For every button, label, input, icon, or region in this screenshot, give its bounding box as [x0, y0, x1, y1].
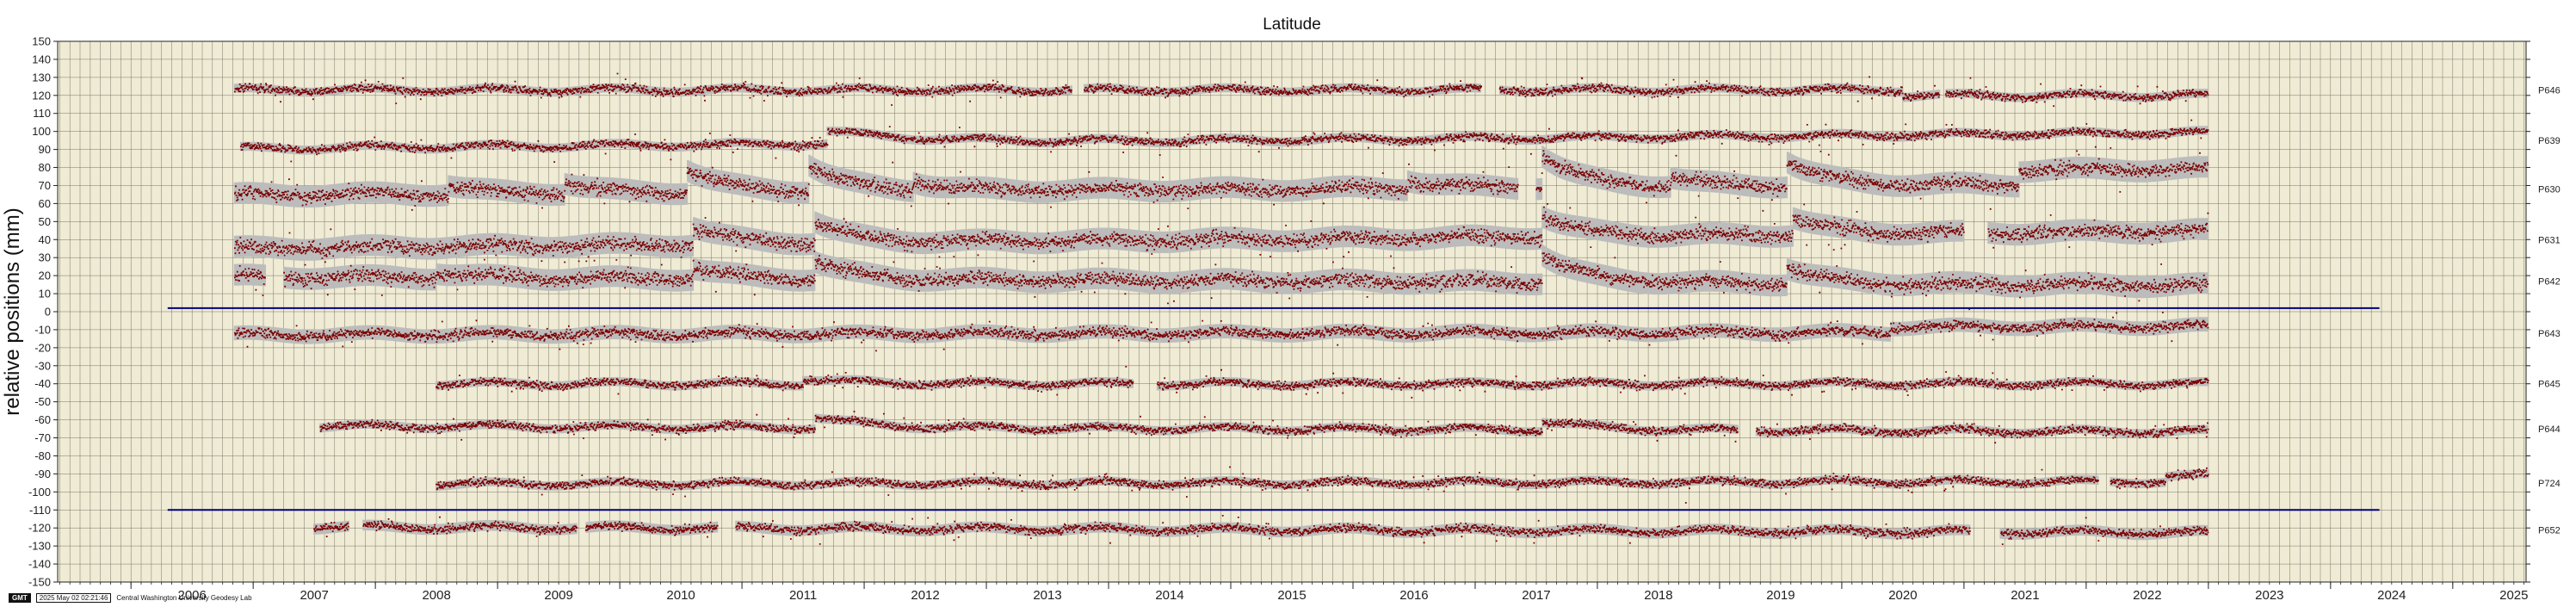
- x-tick-label: 2016: [1399, 588, 1428, 603]
- station-label-P643: P643: [2538, 329, 2561, 339]
- gmt-badge: GMT: [9, 592, 31, 603]
- station-label-P645: P645: [2538, 380, 2561, 390]
- y-tick-label: -90: [34, 468, 51, 480]
- y-tick-label: -30: [34, 359, 51, 372]
- y-axis-label: relative positions (mm): [1, 207, 24, 415]
- x-axis-ticks: 2006 2007 2008 2009 2010 2011 2012 2013 2014 2015…: [59, 582, 2528, 603]
- y-tick-label: -60: [34, 413, 51, 426]
- y-tick-label: 120: [32, 89, 51, 102]
- latitude-chart: -150-140-130-120-110-100-90-80-70-60-50-…: [1, 15, 2561, 603]
- y-tick-label: -50: [34, 395, 51, 408]
- y-tick-label: -40: [34, 377, 51, 390]
- x-tick-label: 2019: [1766, 588, 1795, 603]
- x-tick-label: 2022: [2133, 588, 2161, 603]
- footer-timestamp: 2025 May 02 02:21:46: [35, 592, 112, 603]
- station-label-P630: P630: [2538, 185, 2561, 195]
- footer-lab: Central Washington University Geodesy La…: [116, 593, 252, 602]
- station-labels: P646 P639 P630 P631 P642 P643 P645 P644 P724 P652: [2538, 86, 2561, 536]
- chart-title: Latitude: [1263, 15, 1321, 34]
- station-label-P644: P644: [2538, 424, 2561, 435]
- y-tick-label: 150: [32, 35, 51, 48]
- y-tick-label: 90: [39, 143, 51, 156]
- station-label-P642: P642: [2538, 276, 2561, 287]
- station-label-P646: P646: [2538, 86, 2561, 96]
- y-tick-label: -80: [34, 449, 51, 462]
- x-tick-label: 2012: [911, 588, 939, 603]
- x-tick-label: 2007: [300, 588, 328, 603]
- x-tick-label: 2008: [422, 588, 450, 603]
- y-tick-label: 20: [39, 269, 51, 282]
- x-tick-label: 2013: [1033, 588, 1061, 603]
- x-tick-label: 2020: [1888, 588, 1917, 603]
- y-tick-label: 80: [39, 161, 51, 174]
- y-tick-label: 130: [32, 71, 51, 84]
- x-tick-label: 2025: [2499, 588, 2528, 603]
- y-tick-label: -150: [28, 576, 51, 589]
- station-label-P652: P652: [2538, 525, 2561, 536]
- y-tick-label: -110: [29, 504, 51, 517]
- station-label-P724: P724: [2538, 479, 2561, 489]
- x-tick-label: 2024: [2377, 588, 2406, 603]
- x-tick-label: 2009: [544, 588, 572, 603]
- y-tick-label: 50: [39, 215, 51, 228]
- station-label-P631: P631: [2538, 235, 2561, 245]
- y-tick-label: -130: [28, 540, 51, 553]
- y-tick-label: 40: [39, 233, 51, 246]
- x-tick-label: 2010: [666, 588, 695, 603]
- y-tick-label: 0: [45, 306, 51, 319]
- y-tick-label: -70: [34, 431, 51, 444]
- y-tick-label: -120: [28, 522, 51, 535]
- y-tick-label: -100: [28, 486, 51, 499]
- y-tick-label: 110: [33, 107, 51, 120]
- y-tick-label: 140: [32, 53, 51, 65]
- y-tick-label: 60: [39, 197, 51, 210]
- x-tick-label: 2017: [1522, 588, 1550, 603]
- x-tick-label: 2014: [1155, 588, 1183, 603]
- x-tick-label: 2011: [789, 588, 817, 603]
- y-tick-label: 70: [39, 179, 51, 192]
- y-tick-label: -140: [28, 558, 51, 571]
- y-tick-label: 10: [39, 288, 51, 300]
- footer: GMT 2025 May 02 02:21:46 Central Washing…: [9, 592, 252, 603]
- x-tick-label: 2023: [2255, 588, 2283, 603]
- x-tick-label: 2018: [1644, 588, 1672, 603]
- y-tick-label: 30: [39, 251, 51, 264]
- y-tick-label: -10: [34, 323, 51, 336]
- station-label-P639: P639: [2538, 136, 2561, 146]
- x-tick-label: 2015: [1277, 588, 1306, 603]
- y-tick-label: 100: [32, 125, 51, 138]
- x-tick-label: 2021: [2011, 588, 2039, 603]
- y-tick-label: -20: [34, 341, 51, 354]
